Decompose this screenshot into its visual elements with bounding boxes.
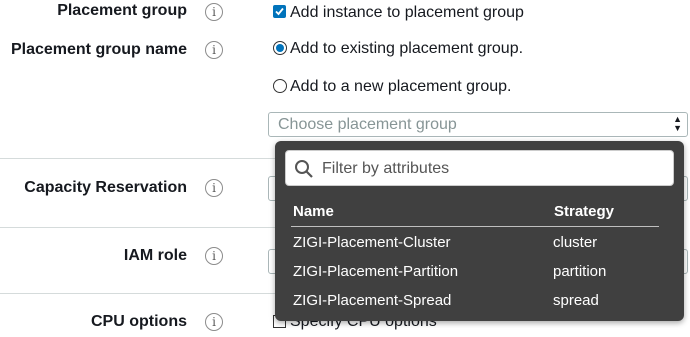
placement-group-select[interactable]: Choose placement group ▲ ▼ [268,112,688,137]
placement-group-checkbox-label: Add instance to placement group [290,4,524,21]
list-item[interactable]: ZIGI-Placement-Partition partition [275,257,684,286]
info-icon[interactable]: i [205,313,223,331]
info-icon[interactable]: i [205,247,223,265]
search-icon [295,160,313,178]
radio-new-label: Add to a new placement group. [290,78,512,95]
list-item[interactable]: ZIGI-Placement-Spread spread [275,286,684,315]
placement-group-label: Placement group [57,2,187,19]
row-strategy: spread [553,292,599,309]
radio-new-placement-group[interactable] [273,79,287,93]
radio-existing-label: Add to existing placement group. [290,40,524,57]
section-divider [0,293,275,294]
column-header-strategy: Strategy [554,203,615,220]
select-arrows-icon: ▲ ▼ [673,114,682,133]
row-name: ZIGI-Placement-Spread [293,292,452,309]
row-strategy: cluster [553,234,598,251]
capacity-reservation-label: Capacity Reservation [24,179,187,196]
checkmark-icon [275,7,284,16]
placement-group-name-label: Placement group name [10,41,187,58]
info-icon[interactable]: i [205,3,223,21]
placement-group-checkbox[interactable] [273,5,286,18]
header-divider [291,226,659,227]
radio-existing-placement-group[interactable] [273,41,287,55]
section-divider [0,227,275,228]
info-icon[interactable]: i [205,179,223,197]
placement-group-dropdown: Name Strategy ZIGI-Placement-Cluster clu… [275,141,684,321]
iam-role-label: IAM role [123,247,187,264]
info-icon[interactable]: i [205,41,223,59]
list-item[interactable]: ZIGI-Placement-Cluster cluster [275,228,684,257]
row-name: ZIGI-Placement-Cluster [293,234,451,251]
column-header-name: Name [293,203,334,220]
select-placeholder: Choose placement group [278,116,457,133]
row-strategy: partition [553,263,607,280]
filter-input[interactable] [320,158,664,180]
row-name: ZIGI-Placement-Partition [293,263,459,280]
section-divider [0,158,275,159]
cpu-options-label: CPU options [91,313,187,330]
filter-box[interactable] [285,150,674,186]
